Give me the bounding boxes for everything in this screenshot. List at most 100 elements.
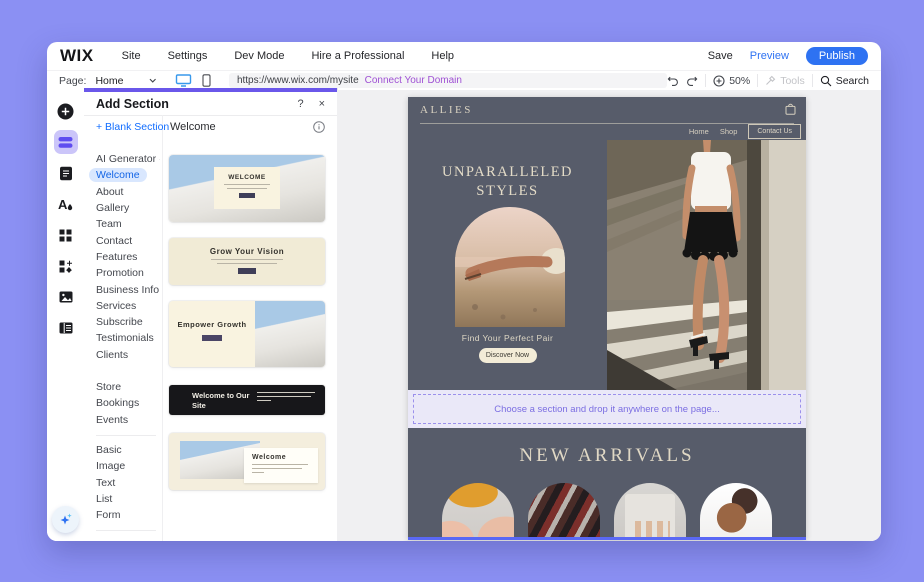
section-template-welcome-5[interactable]: Welcome xyxy=(169,433,325,490)
menu-settings[interactable]: Settings xyxy=(168,50,208,62)
category-image[interactable]: Image xyxy=(96,458,160,474)
toolbar-separator xyxy=(812,74,813,87)
layout-button[interactable] xyxy=(54,316,78,340)
pages-button[interactable] xyxy=(54,161,78,185)
layout-icon xyxy=(59,322,73,334)
add-element-button[interactable] xyxy=(54,99,78,123)
template-button xyxy=(238,268,256,274)
category-services[interactable]: Services xyxy=(96,298,160,314)
product-image-leather-shoes[interactable] xyxy=(528,483,600,537)
wix-logo: WIX xyxy=(60,46,94,66)
category-text[interactable]: Text xyxy=(96,475,160,491)
close-icon[interactable]: × xyxy=(319,98,325,110)
category-list[interactable]: List xyxy=(96,491,160,507)
product-image-sandal[interactable] xyxy=(442,483,514,537)
sections-icon xyxy=(58,136,73,149)
ai-assistant-button[interactable] xyxy=(52,506,79,533)
toolbar-separator xyxy=(705,74,706,87)
undo-icon[interactable] xyxy=(667,75,679,86)
publish-button[interactable]: Publish xyxy=(806,47,868,65)
panel-header: Add Section ? × xyxy=(84,92,337,116)
menu-hire-a-professional[interactable]: Hire a Professional xyxy=(311,50,404,62)
category-subscribe[interactable]: Subscribe xyxy=(96,314,160,330)
category-divider xyxy=(96,435,156,436)
shopping-bag-icon[interactable] xyxy=(785,103,796,115)
hero-section[interactable]: UNPARALLELEDSTYLES xyxy=(408,140,806,390)
add-apps-button[interactable] xyxy=(54,223,78,247)
menu-items: Site Settings Dev Mode Hire a Profession… xyxy=(122,50,454,62)
connect-domain-link[interactable]: Connect Your Domain xyxy=(365,75,462,86)
editor-sidebar: A xyxy=(47,90,84,541)
nav-home[interactable]: Home xyxy=(689,127,709,136)
preview-button[interactable]: Preview xyxy=(750,50,789,62)
category-about[interactable]: About xyxy=(96,184,160,200)
site-nav: Home Shop Contact Us xyxy=(689,123,801,139)
template-image xyxy=(255,301,325,367)
zoom-icon xyxy=(713,75,725,87)
category-business-info[interactable]: Business Info xyxy=(96,281,160,297)
add-section-button[interactable] xyxy=(54,130,78,154)
category-store[interactable]: Store xyxy=(96,379,160,395)
device-switcher xyxy=(175,74,211,87)
app-market-icon xyxy=(59,260,72,273)
ai-sparkle-icon xyxy=(58,512,73,527)
category-events[interactable]: Events xyxy=(96,412,160,428)
media-button[interactable] xyxy=(54,285,78,309)
category-features[interactable]: Features xyxy=(96,249,160,265)
app-market-button[interactable] xyxy=(54,254,78,278)
category-form[interactable]: Form xyxy=(96,507,160,523)
drop-zone-text: Choose a section and drop it anywhere on… xyxy=(494,404,720,415)
chevron-down-icon[interactable] xyxy=(149,78,156,83)
text-theme-icon: A xyxy=(58,197,73,211)
search-button[interactable]: Search xyxy=(820,75,869,87)
section-template-welcome-2[interactable]: Grow Your Vision xyxy=(169,238,325,285)
discover-now-button[interactable]: Discover Now xyxy=(479,348,537,363)
toolbar-separator xyxy=(757,74,758,87)
page-icon xyxy=(59,166,73,181)
product-row xyxy=(408,483,806,537)
zoom-control[interactable]: 50% xyxy=(713,75,750,87)
menu-site[interactable]: Site xyxy=(122,50,141,62)
redo-icon[interactable] xyxy=(686,75,698,86)
template-button xyxy=(202,335,222,341)
category-promotion[interactable]: Promotion xyxy=(96,265,160,281)
search-label: Search xyxy=(836,75,869,87)
new-arrivals-section[interactable]: NEW ARRIVALS xyxy=(408,428,806,537)
category-basic[interactable]: Basic xyxy=(96,442,160,458)
section-template-welcome-1[interactable]: WELCOME xyxy=(169,155,325,222)
menu-dev-mode[interactable]: Dev Mode xyxy=(234,50,284,62)
category-team[interactable]: Team xyxy=(96,216,160,232)
category-clients[interactable]: Clients xyxy=(96,347,160,363)
section-template-welcome-4[interactable]: Welcome to Our Site xyxy=(169,385,325,415)
site-header-section[interactable]: ALLIES Home Shop Contact Us xyxy=(408,97,806,140)
drop-zone[interactable]: Choose a section and drop it anywhere on… xyxy=(408,390,806,428)
contact-us-button[interactable]: Contact Us xyxy=(748,124,801,139)
site-design-button[interactable]: A xyxy=(54,192,78,216)
tools-button[interactable]: Tools xyxy=(765,75,805,87)
category-testimonials[interactable]: Testimonials xyxy=(96,330,160,346)
save-button[interactable]: Save xyxy=(708,50,733,62)
thumbnails-header: Welcome xyxy=(170,121,216,133)
mobile-view-icon[interactable] xyxy=(202,74,211,87)
section-category-list-commerce: Store Bookings Events xyxy=(96,379,160,428)
section-template-welcome-3[interactable]: Empower Growth xyxy=(169,301,325,367)
category-welcome[interactable]: Welcome xyxy=(96,167,160,183)
category-ai-generator[interactable]: AI Generator xyxy=(96,151,160,167)
category-gallery[interactable]: Gallery xyxy=(96,200,160,216)
menu-help[interactable]: Help xyxy=(431,50,454,62)
product-image-display-case[interactable] xyxy=(614,483,686,537)
site-url-bar[interactable]: https://www.wix.com/mysite Connect Your … xyxy=(229,73,667,88)
page-label: Page: xyxy=(59,75,86,87)
page-selector[interactable]: Home xyxy=(95,75,123,87)
category-contact[interactable]: Contact xyxy=(96,232,160,248)
category-bookings[interactable]: Bookings xyxy=(96,395,160,411)
help-button[interactable]: ? xyxy=(297,98,303,110)
desktop-view-icon[interactable] xyxy=(175,74,192,87)
nav-shop[interactable]: Shop xyxy=(720,127,738,136)
product-image-model[interactable] xyxy=(700,483,772,537)
category-divider xyxy=(96,530,156,531)
drop-zone-inner: Choose a section and drop it anywhere on… xyxy=(413,394,801,424)
top-menubar: WIX Site Settings Dev Mode Hire a Profes… xyxy=(47,42,881,70)
blank-section-link[interactable]: + Blank Section xyxy=(96,121,169,133)
info-icon[interactable] xyxy=(313,121,325,133)
